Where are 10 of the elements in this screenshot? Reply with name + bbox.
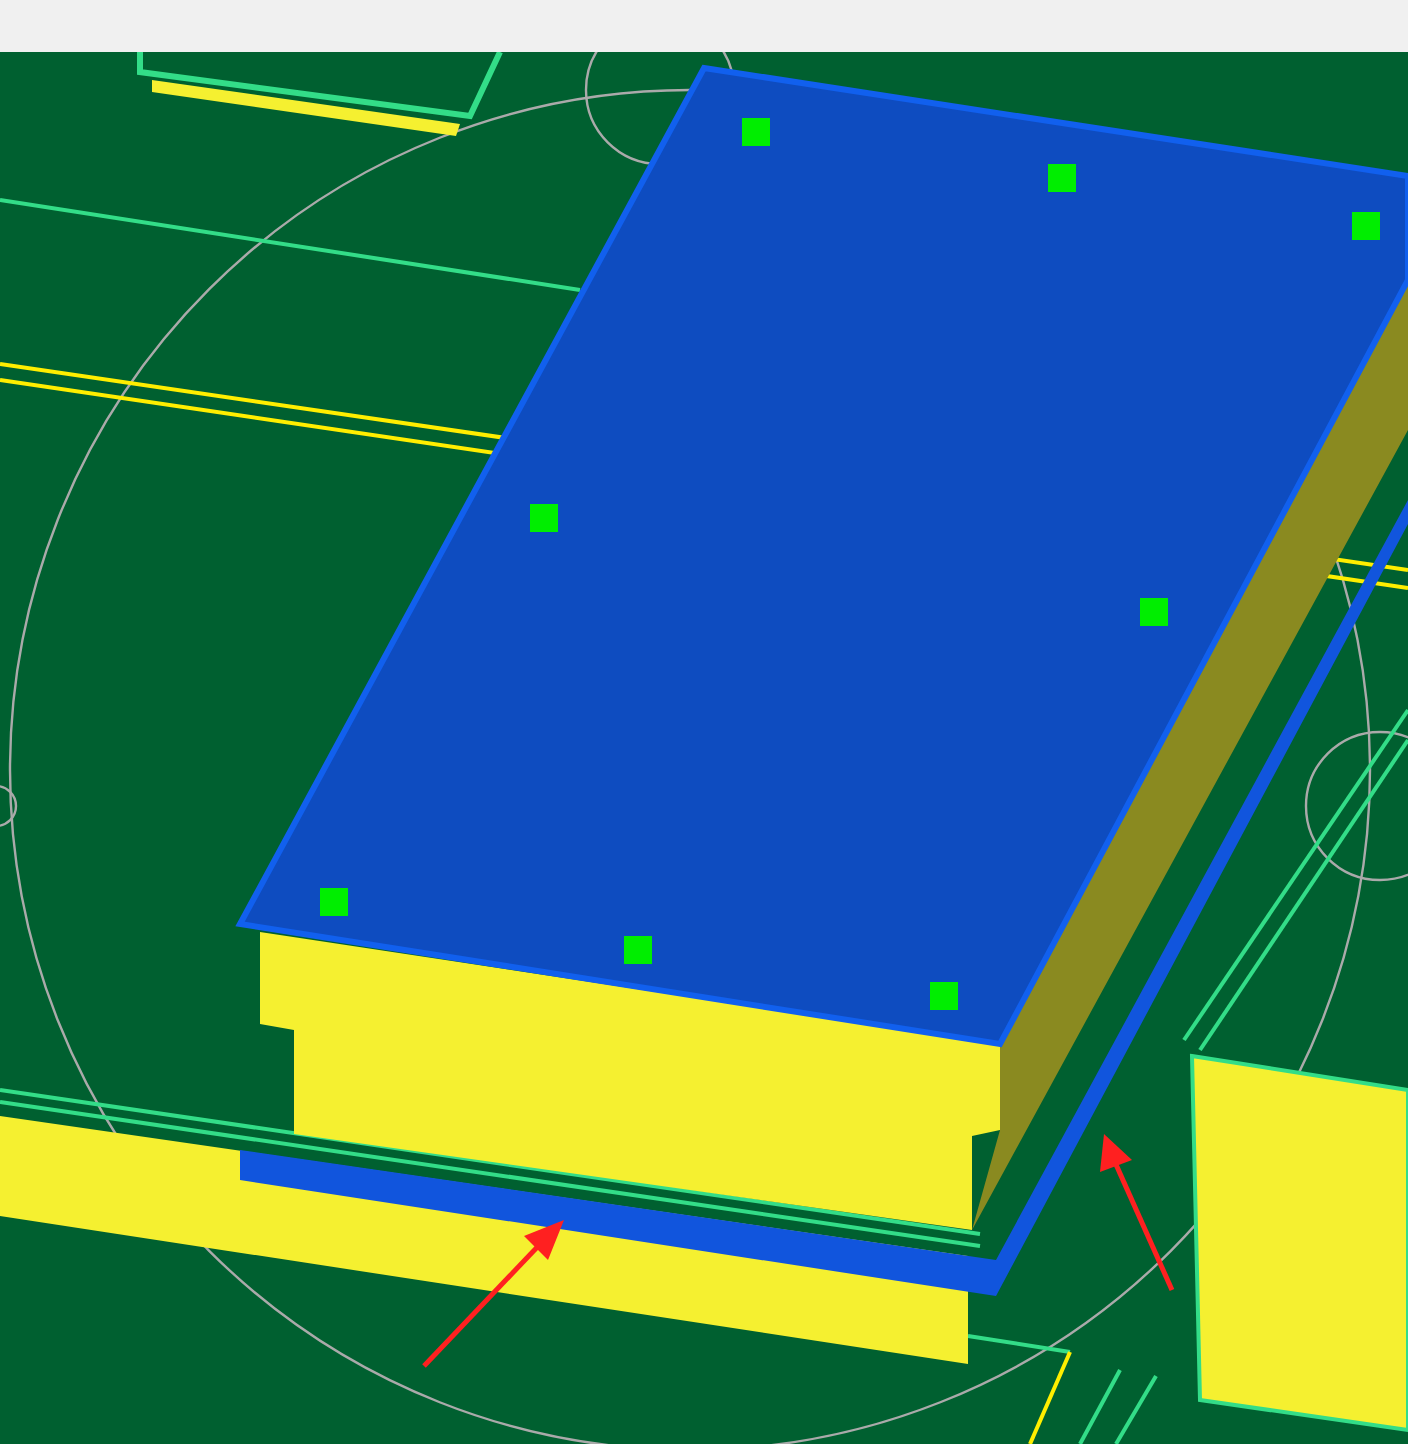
test-point-marker <box>530 504 558 532</box>
test-point-marker <box>320 888 348 916</box>
annotation-arrow-icon <box>1100 1134 1175 1291</box>
annotation-arrow-icon <box>422 1220 564 1368</box>
test-point-marker <box>1140 598 1168 626</box>
test-point-marker <box>930 982 958 1010</box>
test-point-marker <box>1048 164 1076 192</box>
test-point-marker <box>1352 212 1380 240</box>
test-point-marker <box>624 936 652 964</box>
test-point-marker <box>742 118 770 146</box>
